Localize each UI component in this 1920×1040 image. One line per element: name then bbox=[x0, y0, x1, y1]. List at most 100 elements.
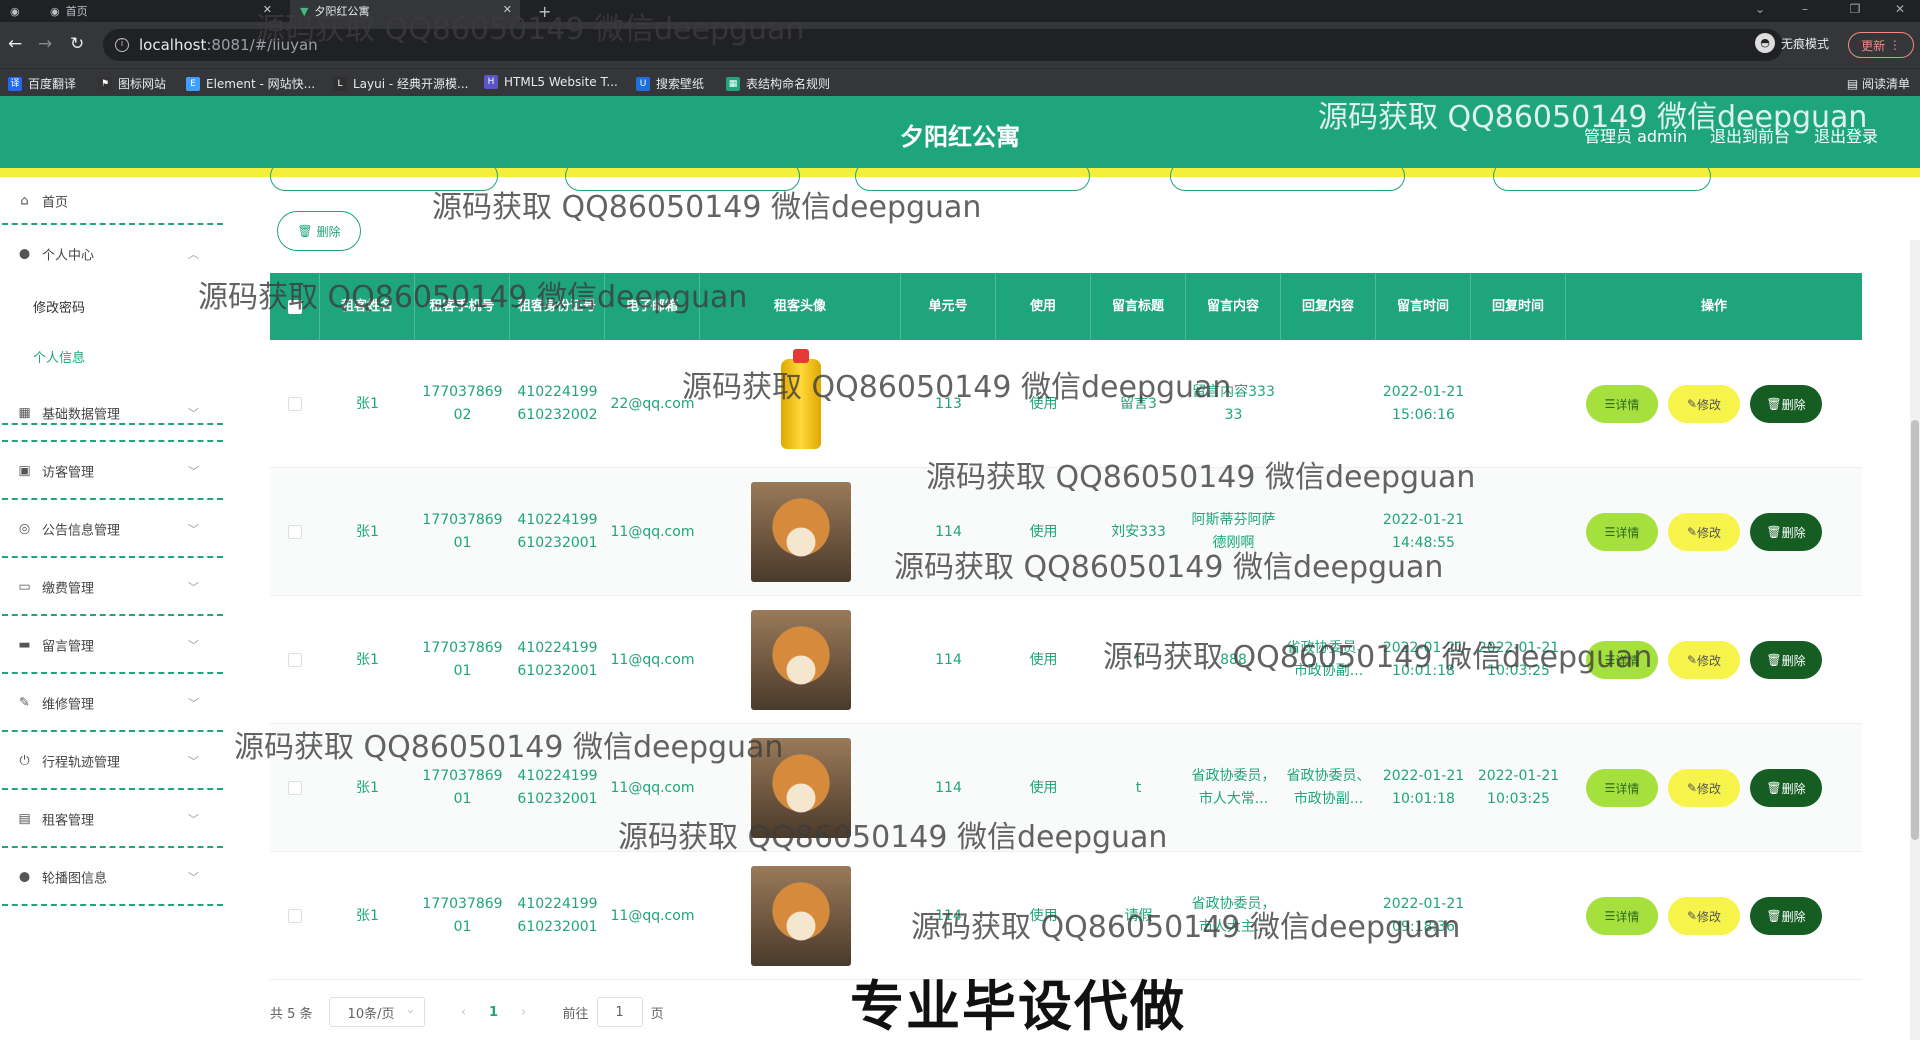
search-field[interactable] bbox=[270, 161, 498, 191]
dog-avatar-image[interactable] bbox=[750, 866, 851, 966]
sidebar-item-messages[interactable]: ▬ 留言管理 ﹀ bbox=[0, 616, 225, 674]
page-size-select[interactable]: 10条/页 bbox=[328, 997, 425, 1027]
select-all-checkbox[interactable] bbox=[287, 299, 302, 314]
column-header[interactable]: 回复内容 bbox=[1281, 273, 1376, 340]
restore-icon[interactable]: ❐ bbox=[1840, 2, 1870, 20]
delete-button[interactable]: 🗑︎ 删除 bbox=[1750, 897, 1822, 935]
edit-button[interactable]: ✎ 修改 bbox=[1668, 897, 1740, 935]
browser-menu-icon[interactable]: ◉ bbox=[0, 0, 30, 22]
row-checkbox[interactable] bbox=[288, 525, 302, 539]
detail-button[interactable]: ☰ 详情 bbox=[1586, 769, 1658, 807]
edit-button[interactable]: ✎ 修改 bbox=[1668, 641, 1740, 679]
dog-avatar-image[interactable] bbox=[750, 482, 851, 582]
table-row[interactable]: 张1 17703786901 410224199610232001 11@qq.com… bbox=[270, 468, 1862, 596]
next-page-button[interactable]: › bbox=[509, 1005, 539, 1020]
column-header[interactable]: 留言内容 bbox=[1186, 273, 1281, 340]
close-window-icon[interactable]: ✕ bbox=[1885, 2, 1915, 20]
search-field[interactable] bbox=[565, 161, 800, 191]
bookmark-item[interactable]: L Layui - 经典开源模... bbox=[333, 75, 468, 92]
batch-delete-button[interactable]: 🗑︎ 删除 bbox=[277, 211, 361, 251]
table-row[interactable]: 张1 17703786901 410224199610232001 11@qq.com… bbox=[270, 724, 1862, 852]
row-checkbox[interactable] bbox=[288, 781, 302, 795]
dog-avatar-image[interactable] bbox=[750, 610, 851, 710]
bookmarks-bar: 译百度翻译 ⚑ 图标网站 E Element - 网站快... L Layui - 经… bbox=[0, 68, 1920, 96]
sidebar-item-label: 个人中心 bbox=[42, 248, 95, 264]
delete-button[interactable]: 🗑︎ 删除 bbox=[1750, 769, 1822, 807]
bookmark-item[interactable]: H HTML5 Website T... bbox=[484, 75, 618, 89]
close-icon[interactable]: ✕ bbox=[263, 3, 272, 16]
search-field[interactable] bbox=[1170, 161, 1405, 191]
reload-icon[interactable]: ↻ bbox=[70, 34, 84, 54]
bookmark-item[interactable]: ⚑ 图标网站 bbox=[98, 75, 166, 92]
table-row[interactable]: 张1 17703786901 410224199610232001 11@qq.com… bbox=[270, 596, 1862, 724]
cell-use: 使用 bbox=[1029, 395, 1058, 412]
total-count: 共 5 条 bbox=[270, 1006, 313, 1022]
column-header[interactable]: 电子邮箱 bbox=[605, 273, 700, 340]
scrollbar-thumb[interactable] bbox=[1911, 420, 1919, 840]
column-header[interactable]: 租客姓名 bbox=[320, 273, 415, 340]
url-input[interactable]: i localhost:8081/#/liuyan ☆ bbox=[103, 29, 1783, 61]
row-checkbox[interactable] bbox=[288, 909, 302, 923]
close-icon[interactable]: ✕ bbox=[503, 3, 512, 16]
sidebar-item-repairs[interactable]: ✎ 维修管理 ﹀ bbox=[0, 674, 225, 732]
sidebar-item-tenants[interactable]: ▤ 租客管理 ﹀ bbox=[0, 790, 225, 848]
new-tab-icon[interactable]: + bbox=[528, 0, 558, 22]
column-header[interactable]: 使用 bbox=[996, 273, 1091, 340]
table-row[interactable]: 张1 17703786902 410224199610232002 22@qq.com… bbox=[270, 340, 1862, 468]
table-row[interactable]: 张1 17703786901 410224199610232001 11@qq.com… bbox=[270, 852, 1862, 980]
prev-page-button[interactable]: ‹ bbox=[449, 1005, 479, 1020]
page-number[interactable]: 1 bbox=[479, 1005, 509, 1020]
column-header[interactable]: 租客头像 bbox=[700, 273, 901, 340]
search-field[interactable] bbox=[1493, 161, 1711, 191]
sidebar-item-payments[interactable]: ▭ 缴费管理 ﹀ bbox=[0, 558, 225, 616]
sidebar-item-trips[interactable]: ⏻ 行程轨迹管理 ﹀ bbox=[0, 732, 225, 790]
sidebar-item-home[interactable]: ⌂ 首页 bbox=[0, 177, 225, 225]
update-button[interactable]: 更新 ⋮ bbox=[1848, 32, 1914, 58]
back-to-front-link[interactable]: 退出到前台 bbox=[1710, 123, 1790, 147]
minimize-icon[interactable]: – bbox=[1790, 2, 1820, 20]
delete-button[interactable]: 🗑︎ 删除 bbox=[1750, 513, 1822, 551]
detail-button[interactable]: ☰ 详情 bbox=[1586, 641, 1658, 679]
edit-button[interactable]: ✎ 修改 bbox=[1668, 385, 1740, 423]
goto-page-input[interactable]: 1 bbox=[596, 997, 643, 1027]
column-header[interactable]: 留言标题 bbox=[1091, 273, 1186, 340]
sidebar-item-visitors[interactable]: ▣ 访客管理 ﹀ bbox=[0, 442, 225, 500]
bookmark-item[interactable]: ▦ 表结构命名规则 bbox=[726, 75, 830, 92]
column-header[interactable]: 租客身份证号 bbox=[510, 273, 605, 340]
chevron-down-icon[interactable]: ⌄ bbox=[1745, 2, 1775, 20]
bookmark-item[interactable]: 译百度翻译 bbox=[8, 75, 76, 92]
column-header[interactable]: 租客手机号 bbox=[415, 273, 510, 340]
row-checkbox[interactable] bbox=[288, 397, 302, 411]
bookmark-item[interactable]: E Element - 网站快... bbox=[186, 75, 315, 92]
delete-button[interactable]: 🗑︎ 删除 bbox=[1750, 641, 1822, 679]
dog-avatar-image[interactable] bbox=[750, 738, 851, 838]
edit-button[interactable]: ✎ 修改 bbox=[1668, 769, 1740, 807]
reading-list-button[interactable]: ▤ 阅读清单 bbox=[1847, 75, 1910, 92]
vertical-scrollbar[interactable] bbox=[1910, 240, 1920, 1040]
edit-button[interactable]: ✎ 修改 bbox=[1668, 513, 1740, 551]
detail-button[interactable]: ☰ 详情 bbox=[1586, 513, 1658, 551]
browser-tab-home[interactable]: ◉ 首页 ✕ bbox=[40, 0, 280, 22]
bookmark-item[interactable]: U 搜索壁纸 bbox=[636, 75, 704, 92]
sidebar-item-basic-data[interactable]: ▦ 基础数据管理 ﹀ bbox=[0, 384, 225, 442]
column-header[interactable]: 单元号 bbox=[901, 273, 996, 340]
detail-button-label: 详情 bbox=[1615, 653, 1640, 668]
column-header[interactable]: 回复时间 bbox=[1471, 273, 1566, 340]
search-field[interactable] bbox=[855, 161, 1090, 191]
logout-link[interactable]: 退出登录 bbox=[1814, 123, 1878, 147]
detail-button[interactable]: ☰ 详情 bbox=[1586, 385, 1658, 423]
forward-icon[interactable]: → bbox=[38, 34, 52, 54]
sidebar-item-notices[interactable]: ◎ 公告信息管理 ﹀ bbox=[0, 500, 225, 558]
incognito-indicator[interactable]: ◓ 无痕模式 bbox=[1755, 33, 1829, 53]
detail-button[interactable]: ☰ 详情 bbox=[1586, 897, 1658, 935]
sidebar-subitem-change-password[interactable]: 修改密码 bbox=[33, 297, 85, 316]
column-header[interactable]: 留言时间 bbox=[1376, 273, 1471, 340]
delete-button[interactable]: 🗑︎ 删除 bbox=[1750, 385, 1822, 423]
back-icon[interactable]: ← bbox=[8, 34, 22, 54]
row-checkbox[interactable] bbox=[288, 653, 302, 667]
oil-bottle-image[interactable] bbox=[780, 349, 821, 449]
sidebar-item-personal-center[interactable]: ● 个人中心 ︿ bbox=[0, 225, 225, 283]
browser-tab-active[interactable]: ▼ 夕阳红公寓 ✕ bbox=[290, 0, 520, 22]
sidebar-item-carousel[interactable]: ● 轮播图信息 ﹀ bbox=[0, 848, 225, 906]
info-icon[interactable]: i bbox=[115, 38, 129, 52]
